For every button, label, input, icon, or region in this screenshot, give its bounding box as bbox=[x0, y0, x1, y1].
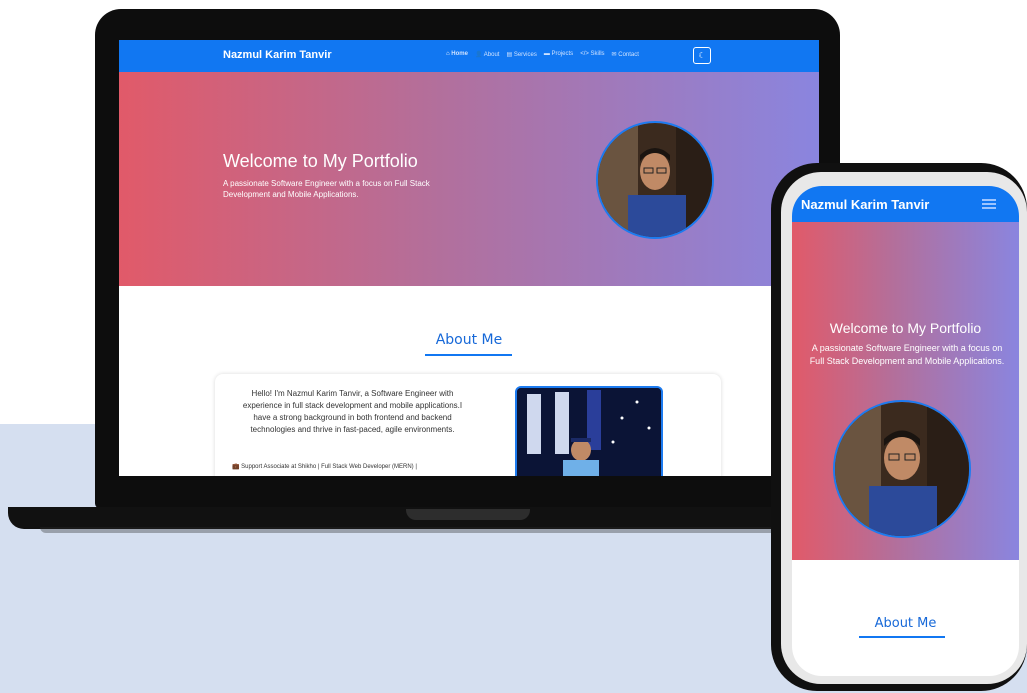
job-text: Support Associate at Shikho | Full Stack… bbox=[241, 464, 417, 470]
laptop-screen: Nazmul Karim Tanvir ⌂ Home 👤 About ▤ Ser… bbox=[119, 40, 819, 476]
about-underline bbox=[425, 354, 512, 356]
nav-home-label: Home bbox=[451, 51, 468, 57]
laptop-menu: ⌂ Home 👤 About ▤ Services ▬ Projects </>… bbox=[446, 51, 639, 58]
nav-about[interactable]: 👤 About bbox=[475, 51, 500, 58]
phone-hero-title: Welcome to My Portfolio bbox=[829, 320, 982, 336]
hero-subtitle: A passionate Software Engineer with a fo… bbox=[223, 179, 430, 199]
laptop-hero: Welcome to My Portfolio A passionate Sof… bbox=[119, 72, 819, 286]
nav-about-label: About bbox=[483, 52, 500, 58]
phone-hero-subtitle: A passionate Software Engineer with a fo… bbox=[809, 343, 1005, 366]
nav-services[interactable]: ▤ Services bbox=[506, 51, 536, 58]
theme-toggle-button[interactable]: ☾ bbox=[693, 47, 711, 64]
nav-skills[interactable]: </> Skills bbox=[580, 51, 604, 58]
nav-projects[interactable]: ▬ Projects bbox=[544, 51, 573, 58]
about-title: About Me bbox=[435, 332, 503, 348]
nav-projects-label: Projects bbox=[551, 51, 574, 57]
briefcase-icon: 💼 bbox=[232, 464, 240, 470]
hero-title: Welcome to My Portfolio bbox=[223, 151, 418, 171]
phone-brand[interactable]: Nazmul Karim Tanvir bbox=[801, 197, 929, 212]
nav-contact[interactable]: ✉ Contact bbox=[612, 51, 639, 58]
nav-contact-label: Contact bbox=[618, 52, 639, 58]
laptop-navbar: Nazmul Karim Tanvir ⌂ Home 👤 About ▤ Ser… bbox=[119, 40, 819, 72]
phone-hero: Welcome to My Portfolio A passionate Sof… bbox=[792, 222, 1019, 560]
phone-about-underline bbox=[859, 636, 945, 638]
phone-screen: Nazmul Karim Tanvir Welcome to My Portfo… bbox=[792, 186, 1019, 676]
profile-photo bbox=[596, 121, 714, 239]
graduation-photo bbox=[515, 386, 663, 476]
phone-about-title: About Me bbox=[874, 616, 937, 631]
laptop-notch bbox=[406, 509, 530, 520]
moon-icon: ☾ bbox=[698, 51, 706, 60]
phone-navbar: Nazmul Karim Tanvir bbox=[792, 186, 1019, 222]
phone-profile-photo bbox=[833, 400, 971, 538]
nav-services-label: Services bbox=[513, 52, 537, 58]
about-text: Hello! I'm Nazmul Karim Tanvir, a Softwa… bbox=[242, 389, 463, 434]
nav-home[interactable]: ⌂ Home bbox=[446, 51, 468, 58]
nav-skills-label: Skills bbox=[590, 51, 605, 57]
laptop-brand[interactable]: Nazmul Karim Tanvir bbox=[223, 49, 332, 61]
mockup-stage: Nazmul Karim Tanvir ⌂ Home 👤 About ▤ Ser… bbox=[0, 0, 1027, 693]
job-line: 💼 Support Associate at Shikho | Full Sta… bbox=[232, 463, 472, 470]
hamburger-icon[interactable] bbox=[982, 199, 996, 209]
